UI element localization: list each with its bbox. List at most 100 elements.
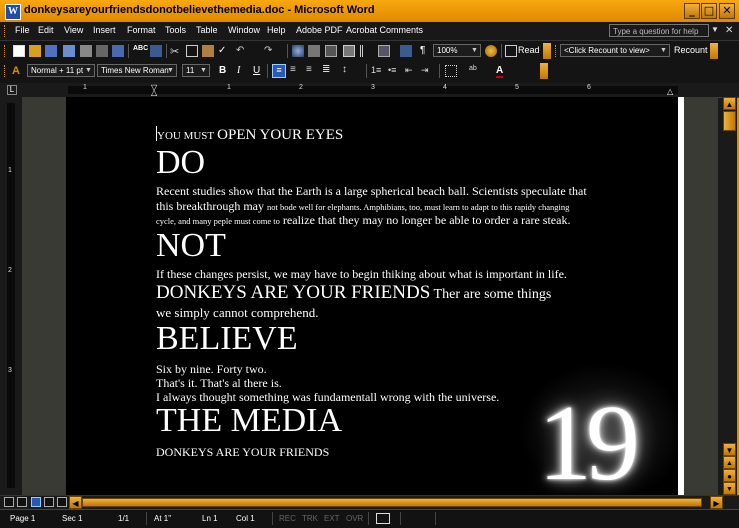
- status-trk[interactable]: TRK: [302, 514, 318, 523]
- scroll-left-icon[interactable]: ◀: [69, 496, 82, 509]
- document-map-icon[interactable]: [400, 45, 412, 57]
- bullets-icon[interactable]: •≡: [388, 65, 400, 77]
- redo-icon[interactable]: ↷: [264, 45, 276, 57]
- permission-icon[interactable]: [63, 45, 75, 57]
- print-icon[interactable]: [96, 45, 108, 57]
- tables-borders-icon[interactable]: [308, 45, 320, 57]
- toolbar-overflow-button[interactable]: [543, 43, 551, 59]
- print-layout-view-icon[interactable]: [31, 497, 41, 507]
- borders-icon[interactable]: [445, 65, 457, 77]
- vertical-scroll-thumb[interactable]: [723, 111, 736, 131]
- undo-icon[interactable]: ↶: [236, 45, 248, 57]
- cut-icon[interactable]: ✂: [170, 45, 182, 58]
- close-document-icon[interactable]: ✕: [725, 25, 733, 36]
- maximize-button[interactable]: □: [701, 3, 717, 19]
- toolbar-grip[interactable]: [4, 45, 8, 57]
- paste-icon[interactable]: [202, 45, 214, 57]
- toolbar-overflow-button[interactable]: [710, 43, 718, 59]
- align-center-icon[interactable]: ≡: [290, 65, 302, 77]
- vertical-scrollbar[interactable]: ▲ ▼ ▲ ● ▼: [722, 97, 737, 495]
- research-icon[interactable]: [150, 45, 162, 57]
- font-select[interactable]: Times New Roman ▼: [97, 64, 177, 77]
- horizontal-ruler[interactable]: L 1 1 2 3 4 5 6 ▽ △ △: [0, 83, 739, 98]
- insert-table-icon[interactable]: [325, 45, 337, 57]
- horizontal-scroll-thumb[interactable]: [82, 498, 702, 507]
- help-search-input[interactable]: Type a question for help: [609, 24, 709, 37]
- word-count-select[interactable]: <Click Recount to view> ▼: [560, 44, 670, 57]
- toolbar-overflow-button[interactable]: [540, 63, 548, 79]
- menu-view[interactable]: View: [64, 25, 83, 35]
- word-app-icon[interactable]: W: [5, 4, 21, 20]
- open-folder-icon[interactable]: [29, 45, 41, 57]
- menu-insert[interactable]: Insert: [93, 25, 116, 35]
- drawing-icon[interactable]: [378, 45, 390, 57]
- align-left-icon[interactable]: ≡: [272, 64, 286, 78]
- next-page-icon[interactable]: ▼: [723, 482, 736, 495]
- format-painter-icon[interactable]: ✓: [218, 45, 230, 57]
- recount-button[interactable]: Recount: [674, 45, 708, 55]
- reading-layout-view-icon[interactable]: [57, 497, 67, 507]
- menu-help[interactable]: Help: [267, 25, 286, 35]
- justify-icon[interactable]: ≣: [322, 65, 334, 77]
- show-hide-paragraph-icon[interactable]: ¶: [420, 45, 425, 56]
- vertical-ruler[interactable]: 1 2 3: [0, 97, 22, 495]
- normal-view-icon[interactable]: [4, 497, 14, 507]
- status-rec[interactable]: REC: [279, 514, 296, 523]
- decrease-indent-icon[interactable]: ⇤: [405, 65, 417, 77]
- align-right-icon[interactable]: ≡: [306, 65, 318, 77]
- spelling-status-icon[interactable]: [376, 513, 390, 524]
- email-icon[interactable]: [80, 45, 92, 57]
- style-select[interactable]: Normal + 11 pt ▼: [27, 64, 95, 77]
- menu-window[interactable]: Window: [228, 25, 260, 35]
- font-color-icon[interactable]: A: [496, 65, 504, 78]
- numbering-icon[interactable]: 1≡: [371, 65, 383, 77]
- menu-format[interactable]: Format: [127, 25, 156, 35]
- scroll-down-icon[interactable]: ▼: [723, 443, 736, 456]
- highlight-icon[interactable]: ab: [469, 65, 481, 77]
- save-icon[interactable]: [45, 45, 57, 57]
- columns-icon[interactable]: [360, 45, 372, 57]
- help-icon[interactable]: [485, 45, 497, 57]
- scroll-up-icon[interactable]: ▲: [723, 97, 736, 110]
- toolbar-grip[interactable]: [4, 65, 8, 77]
- menu-acrobat-comments[interactable]: Acrobat Comments: [346, 25, 423, 35]
- hyperlink-icon[interactable]: [292, 45, 304, 57]
- web-layout-view-icon[interactable]: [17, 497, 27, 507]
- help-dropdown-icon[interactable]: ▼: [711, 25, 719, 37]
- document-page[interactable]: YOU MUST OPEN YOUR EYES DO Recent studie…: [66, 97, 678, 495]
- bold-button[interactable]: B: [219, 65, 226, 76]
- minimize-button[interactable]: _: [684, 3, 700, 19]
- underline-button[interactable]: U: [253, 65, 260, 76]
- menu-table[interactable]: Table: [196, 25, 218, 35]
- font-size-select[interactable]: 11 ▼: [182, 64, 210, 77]
- select-browse-object-icon[interactable]: ●: [723, 469, 736, 482]
- horizontal-scrollbar[interactable]: ◀ ▶: [0, 495, 739, 510]
- read-mode-icon[interactable]: [505, 45, 517, 57]
- previous-page-icon[interactable]: ▲: [723, 456, 736, 469]
- menu-edit[interactable]: Edit: [38, 25, 54, 35]
- read-button[interactable]: Read: [518, 45, 540, 55]
- outline-view-icon[interactable]: [44, 497, 54, 507]
- zoom-select[interactable]: 100% ▼: [433, 44, 481, 57]
- spelling-icon[interactable]: ABC: [133, 45, 148, 57]
- menubar-grip[interactable]: [4, 25, 8, 37]
- menu-adobe-pdf[interactable]: Adobe PDF: [296, 25, 343, 35]
- toolbar-grip[interactable]: [555, 45, 559, 57]
- increase-indent-icon[interactable]: ⇥: [421, 65, 433, 77]
- indent-marker-icon[interactable]: ▽ △: [151, 84, 159, 97]
- styles-pane-icon[interactable]: A: [12, 65, 24, 77]
- italic-button[interactable]: I: [237, 65, 240, 76]
- insert-excel-icon[interactable]: [343, 45, 355, 57]
- copy-icon[interactable]: [186, 45, 198, 57]
- scroll-right-icon[interactable]: ▶: [710, 496, 723, 509]
- menu-tools[interactable]: Tools: [165, 25, 186, 35]
- right-indent-marker-icon[interactable]: △: [667, 88, 675, 96]
- tab-selector[interactable]: L: [7, 85, 17, 95]
- line-spacing-icon[interactable]: ↕: [342, 65, 354, 77]
- print-preview-icon[interactable]: [112, 45, 124, 57]
- menu-file[interactable]: File: [15, 25, 30, 35]
- status-ovr[interactable]: OVR: [346, 514, 363, 523]
- status-ext[interactable]: EXT: [324, 514, 340, 523]
- new-document-icon[interactable]: [13, 45, 25, 57]
- close-button[interactable]: ✕: [719, 3, 735, 19]
